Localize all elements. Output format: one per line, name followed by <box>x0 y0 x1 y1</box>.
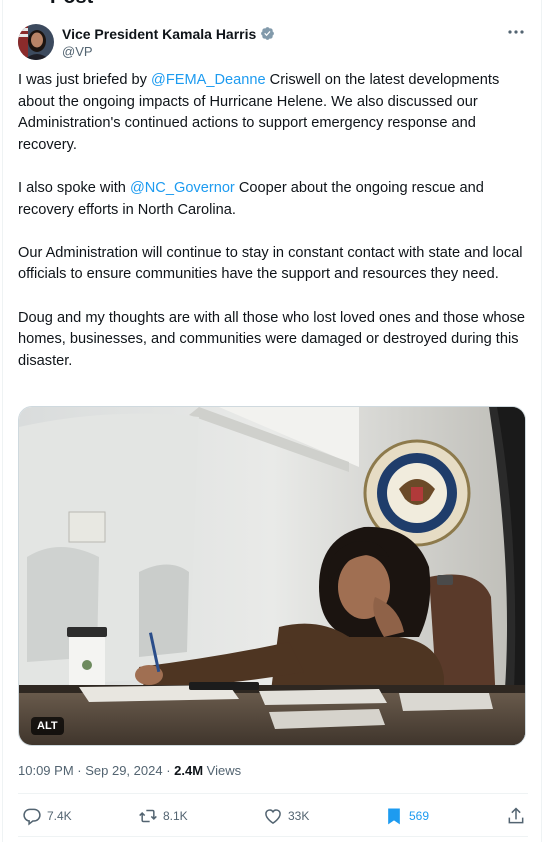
separator: · <box>162 763 175 778</box>
post-date[interactable]: Sep 29, 2024 <box>85 763 162 778</box>
repost-icon <box>139 809 157 823</box>
author-handle[interactable]: @VP <box>62 43 275 60</box>
repost-count: 8.1K <box>163 809 188 823</box>
bookmark-count: 569 <box>409 809 430 823</box>
tweet-paragraph: Doug and my thoughts are with all those … <box>18 309 526 369</box>
views-label: Views <box>203 763 242 778</box>
post-time[interactable]: 10:09 PM <box>18 763 74 778</box>
views-count: 2.4M <box>174 763 204 778</box>
reply-icon <box>23 808 41 826</box>
avatar[interactable] <box>18 24 54 60</box>
bookmark-button[interactable]: 569 <box>384 806 429 826</box>
share-icon <box>508 807 524 824</box>
mention-link[interactable]: @NC_Governor <box>130 180 235 196</box>
tweet-text: I was just briefed by @FEMA_Deanne Crisw… <box>18 70 528 394</box>
repost-button[interactable]: 8.1K <box>138 806 188 826</box>
alt-text-badge[interactable]: ALT <box>31 717 64 735</box>
post-metadata: 10:09 PM · Sep 29, 2024 · 2.4M Views <box>18 762 241 779</box>
text-run: I was just briefed by <box>18 72 152 88</box>
action-bar: 7.4K 8.1K 33K 569 <box>18 804 526 828</box>
mention-link[interactable]: @FEMA_Deanne <box>151 72 266 88</box>
more-options-icon[interactable] <box>506 24 526 40</box>
divider <box>18 793 528 794</box>
like-button[interactable]: 33K <box>263 806 309 826</box>
tweet-paragraph: Our Administration will continue to stay… <box>18 244 523 283</box>
like-count: 33K <box>288 809 310 823</box>
tweet-photo[interactable]: ALT <box>18 406 526 746</box>
tweet-paragraph: I was just briefed by @FEMA_Deanne Crisw… <box>18 70 528 156</box>
separator: · <box>73 763 86 778</box>
tweet-paragraph: I also spoke with @NC_Governor Cooper ab… <box>18 178 528 221</box>
share-button[interactable] <box>506 806 526 826</box>
heart-icon <box>265 809 281 824</box>
page-title: Post <box>50 0 93 9</box>
reply-count: 7.4K <box>47 809 72 823</box>
author-row: Vice President Kamala Harris @VP <box>18 22 275 62</box>
text-run: I also spoke with <box>18 179 130 196</box>
divider <box>18 836 528 837</box>
author-name[interactable]: Vice President Kamala Harris <box>62 25 256 43</box>
reply-button[interactable]: 7.4K <box>22 806 72 826</box>
verified-badge-icon <box>260 26 275 41</box>
bookmark-filled-icon <box>388 808 400 825</box>
